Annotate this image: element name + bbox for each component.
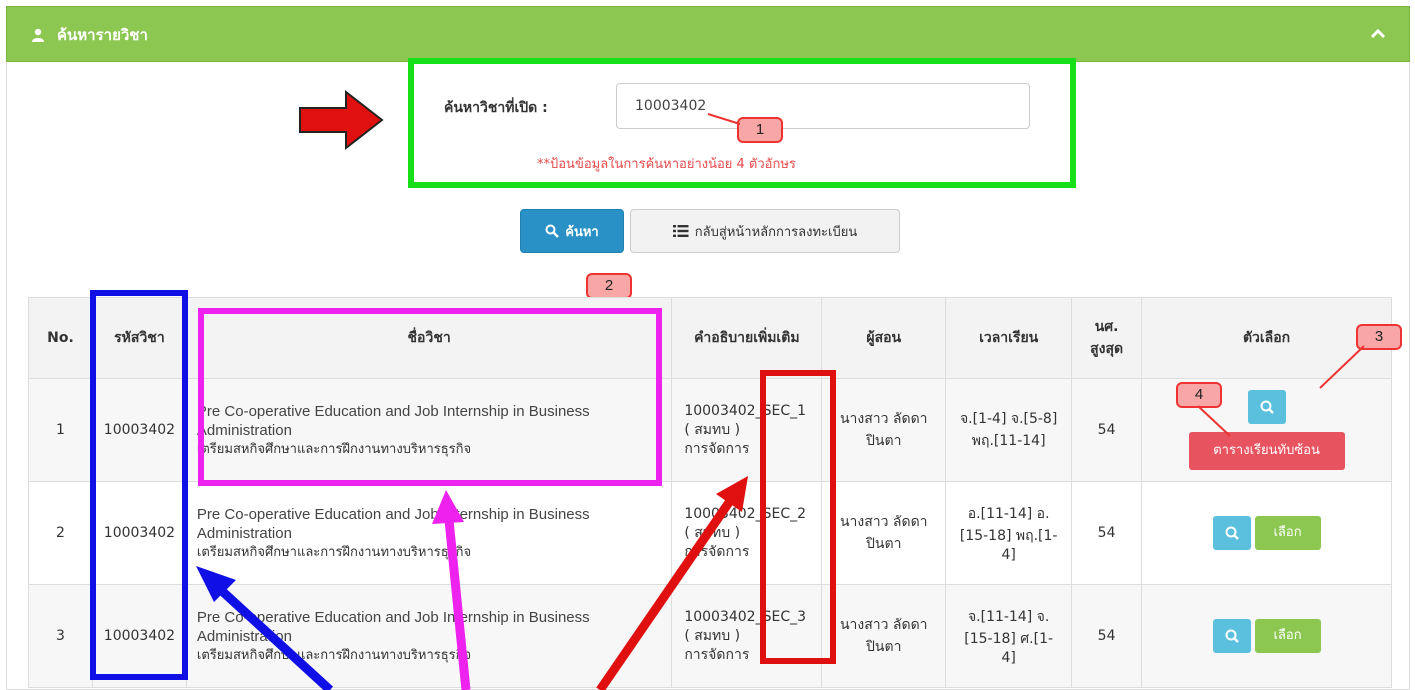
- step-marker-4: 4: [1176, 382, 1222, 408]
- panel-title-text: ค้นหารายวิชา: [57, 26, 148, 44]
- back-to-main-button[interactable]: กลับสู่หน้าหลักการลงทะเบียน: [630, 209, 900, 253]
- col-header-options: ตัวเลือก: [1141, 297, 1392, 379]
- view-detail-button[interactable]: [1212, 619, 1251, 653]
- course-name-en: Pre Co-operative Education and Job Inter…: [196, 505, 590, 542]
- chevron-up-icon[interactable]: [1369, 25, 1387, 43]
- cell-time: จ.[1-4] จ.[5-8] พฤ.[11-14]: [945, 378, 1073, 482]
- cell-teacher: นางสาว ลัดดา ปินตา: [821, 378, 947, 482]
- table-row: 2 10003402 Pre Co-operative Education an…: [28, 481, 1392, 585]
- back-button-label: กลับสู่หน้าหลักการลงทะเบียน: [694, 224, 858, 240]
- list-icon: [672, 225, 689, 237]
- cell-name: Pre Co-operative Education and Job Inter…: [185, 481, 673, 585]
- zoom-icon: [1225, 629, 1239, 643]
- cell-name: Pre Co-operative Education and Job Inter…: [185, 378, 673, 482]
- step-marker-1: 1: [737, 117, 783, 143]
- step-marker-3: 3: [1356, 324, 1402, 350]
- course-name-th: เตรียมสหกิจศึกษาและการฝึกงานทางบริหารธุร…: [196, 441, 472, 457]
- cell-name: Pre Co-operative Education and Job Inter…: [185, 584, 673, 688]
- cell-code: 10003402: [91, 378, 187, 482]
- desc-major: การจัดการ: [684, 646, 750, 663]
- cell-no: 3: [28, 584, 93, 688]
- desc-type: ( สมทบ ): [684, 627, 741, 644]
- col-header-desc: คำอธิบายเพิ่มเติม: [671, 297, 823, 379]
- results-table: No. รหัสวิชา ชื่อวิชา คำอธิบายเพิ่มเติม …: [28, 297, 1392, 688]
- col-header-time: เวลาเรียน: [945, 297, 1073, 379]
- desc-section: 10003402_SEC_2: [684, 505, 807, 522]
- desc-type: ( สมทบ ): [684, 524, 741, 541]
- schedule-conflict-button[interactable]: ตารางเรียนทับซ้อน: [1188, 432, 1345, 470]
- search-button[interactable]: ค้นหา: [520, 209, 624, 253]
- course-name-th: เตรียมสหกิจศึกษาและการฝึกงานทางบริหารธุร…: [196, 647, 472, 663]
- col-header-name: ชื่อวิชา: [185, 297, 673, 379]
- search-input[interactable]: [616, 83, 1030, 129]
- step-marker-2: 2: [586, 273, 632, 299]
- cell-code: 10003402: [91, 584, 187, 688]
- desc-section: 10003402_SEC_3: [684, 608, 807, 625]
- zoom-icon: [1225, 526, 1239, 540]
- cell-max: 54: [1071, 378, 1143, 482]
- table-row: 3 10003402 Pre Co-operative Education an…: [28, 584, 1392, 688]
- cell-time: อ.[11-14] อ.[15-18] พฤ.[1-4]: [945, 481, 1073, 585]
- cell-code: 10003402: [91, 481, 187, 585]
- view-detail-button[interactable]: [1212, 516, 1251, 550]
- cell-no: 1: [28, 378, 93, 482]
- user-icon: [32, 28, 44, 42]
- course-name-en: Pre Co-operative Education and Job Inter…: [196, 402, 590, 439]
- col-header-max: นศ. สูงสุด: [1071, 297, 1143, 379]
- desc-section: 10003402_SEC_1: [684, 402, 807, 419]
- cell-max: 54: [1071, 481, 1143, 585]
- desc-major: การจัดการ: [684, 440, 750, 457]
- cell-teacher: นางสาว ลัดดา ปินตา: [821, 481, 947, 585]
- col-header-no: No.: [28, 297, 93, 379]
- cell-options: เลือก: [1141, 584, 1392, 688]
- desc-major: การจัดการ: [684, 543, 750, 560]
- zoom-icon: [1260, 400, 1274, 414]
- desc-type: ( สมทบ ): [684, 421, 741, 438]
- col-header-code: รหัสวิชา: [91, 297, 187, 379]
- search-hint: **ป้อนข้อมูลในการค้นหาอย่างน้อย 4 ตัวอัก…: [537, 157, 796, 172]
- cell-options: เลือก: [1141, 481, 1392, 585]
- cell-desc: 10003402_SEC_1 ( สมทบ ) การจัดการ: [671, 378, 823, 482]
- cell-desc: 10003402_SEC_3 ( สมทบ ) การจัดการ: [671, 584, 823, 688]
- view-detail-button[interactable]: [1247, 390, 1286, 424]
- panel-title: ค้นหารายวิชา: [31, 7, 148, 63]
- col-header-teacher: ผู้สอน: [821, 297, 947, 379]
- cell-no: 2: [28, 481, 93, 585]
- course-name-th: เตรียมสหกิจศึกษาและการฝึกงานทางบริหารธุร…: [196, 544, 472, 560]
- select-section-button[interactable]: เลือก: [1254, 516, 1321, 550]
- cell-max: 54: [1071, 584, 1143, 688]
- select-section-button[interactable]: เลือก: [1254, 619, 1321, 653]
- table-header-row: No. รหัสวิชา ชื่อวิชา คำอธิบายเพิ่มเติม …: [28, 297, 1392, 379]
- search-button-label: ค้นหา: [565, 224, 599, 240]
- cell-time: จ.[11-14] จ.[15-18] ศ.[1-4]: [945, 584, 1073, 688]
- cell-desc: 10003402_SEC_2 ( สมทบ ) การจัดการ: [671, 481, 823, 585]
- cell-teacher: นางสาว ลัดดา ปินตา: [821, 584, 947, 688]
- course-name-en: Pre Co-operative Education and Job Inter…: [196, 608, 590, 645]
- panel-header-bar[interactable]: ค้นหารายวิชา: [6, 6, 1410, 62]
- search-label: ค้นหาวิชาที่เปิด :: [444, 100, 548, 116]
- search-icon: [545, 224, 560, 238]
